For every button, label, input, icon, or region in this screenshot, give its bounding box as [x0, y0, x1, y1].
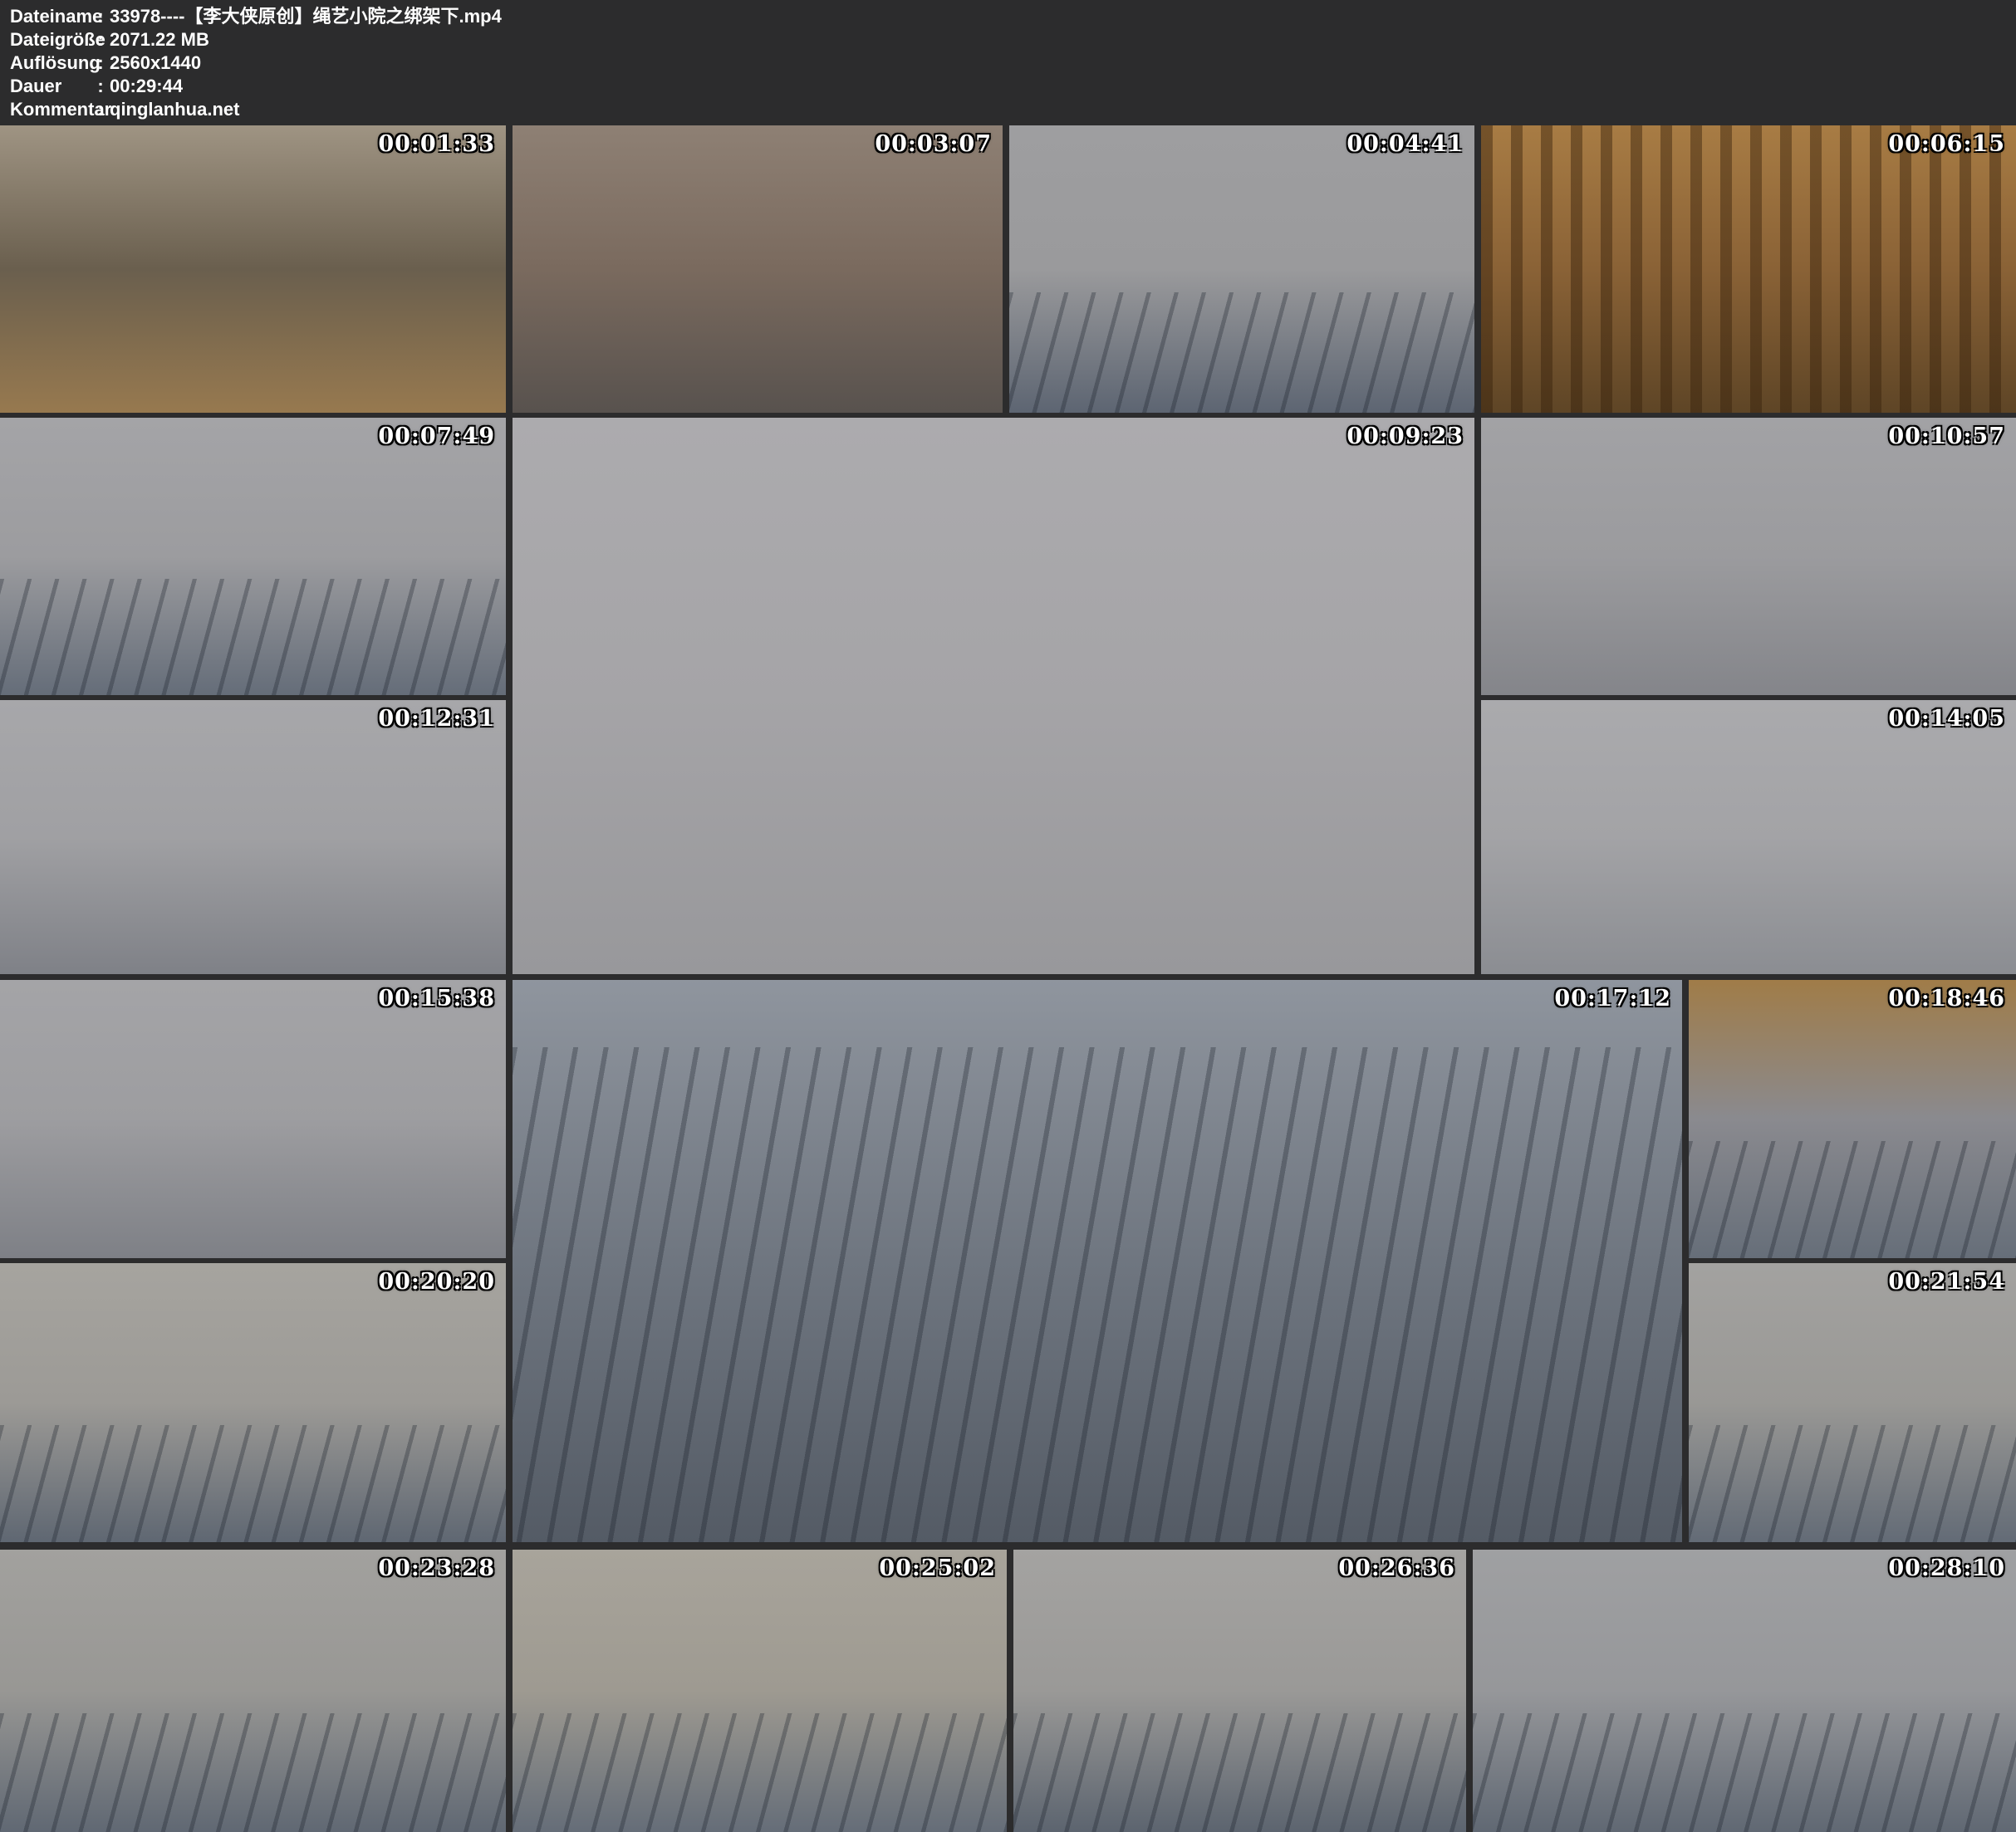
- thumbnail: 00:07:49: [0, 418, 506, 695]
- timestamp-overlay: 00:26:36: [1338, 1555, 1455, 1581]
- metadata-value-comment: qinglanhua.net: [110, 99, 239, 120]
- thumbnail-large: 00:17:12: [513, 980, 1682, 1542]
- timestamp-overlay: 00:01:33: [378, 131, 495, 157]
- thumbnail: 00:20:20: [0, 1263, 506, 1542]
- metadata-row-filename: Dateiname:33978----【李大侠原创】绳艺小院之绑架下.mp4: [10, 5, 2016, 28]
- thumbnail: 00:26:36: [1013, 1550, 1466, 1832]
- metadata-row-resolution: Auflösung:2560x1440: [10, 51, 2016, 75]
- metadata-row-comment: Kommentar:qinglanhua.net: [10, 98, 2016, 121]
- thumbnail: 00:04:41: [1009, 125, 1474, 413]
- timestamp-overlay: 00:18:46: [1888, 986, 2005, 1012]
- metadata-value-duration: 00:29:44: [110, 76, 183, 96]
- metadata-value-filesize: 2071.22 MB: [110, 29, 209, 50]
- metadata-separator: :: [93, 28, 108, 51]
- timestamp-overlay: 00:12:31: [378, 706, 495, 732]
- thumbnail-grid: 00:01:33 00:03:07 00:04:41 00:06:15 00:0…: [0, 0, 2016, 1832]
- timestamp-overlay: 00:15:38: [378, 986, 495, 1012]
- thumbnail: 00:18:46: [1689, 980, 2016, 1258]
- thumbnail: 00:03:07: [513, 125, 1003, 413]
- timestamp-overlay: 00:23:28: [378, 1555, 495, 1581]
- metadata-row-duration: Dauer:00:29:44: [10, 75, 2016, 98]
- thumbnail: 00:28:10: [1473, 1550, 2016, 1832]
- timestamp-overlay: 00:04:41: [1346, 131, 1464, 157]
- thumbnail: 00:06:15: [1481, 125, 2016, 413]
- thumbnail-large: 00:09:23: [513, 418, 1474, 974]
- timestamp-overlay: 00:17:12: [1554, 986, 1671, 1012]
- thumbnail: 00:15:38: [0, 980, 506, 1258]
- timestamp-overlay: 00:20:20: [378, 1269, 495, 1295]
- thumbnail: 00:12:31: [0, 700, 506, 974]
- thumbnail: 00:14:05: [1481, 700, 2016, 974]
- metadata-label: Auflösung: [10, 51, 93, 75]
- file-metadata-header: Dateiname:33978----【李大侠原创】绳艺小院之绑架下.mp4 D…: [0, 0, 2016, 125]
- timestamp-overlay: 00:09:23: [1346, 424, 1464, 449]
- thumbnail: 00:23:28: [0, 1550, 506, 1832]
- metadata-label: Dauer: [10, 75, 93, 98]
- metadata-separator: :: [93, 5, 108, 28]
- metadata-label: Kommentar: [10, 98, 93, 121]
- timestamp-overlay: 00:25:02: [879, 1555, 996, 1581]
- metadata-separator: :: [93, 75, 108, 98]
- metadata-label: Dateiname: [10, 5, 93, 28]
- metadata-value-resolution: 2560x1440: [110, 52, 201, 73]
- timestamp-overlay: 00:21:54: [1888, 1269, 2005, 1295]
- metadata-separator: :: [93, 98, 108, 121]
- metadata-label: Dateigröße: [10, 28, 93, 51]
- thumbnail: 00:21:54: [1689, 1263, 2016, 1542]
- thumbnail: 00:01:33: [0, 125, 506, 413]
- thumbnail: 00:25:02: [513, 1550, 1007, 1832]
- metadata-separator: :: [93, 51, 108, 75]
- timestamp-overlay: 00:03:07: [875, 131, 992, 157]
- timestamp-overlay: 00:06:15: [1888, 131, 2005, 157]
- metadata-row-filesize: Dateigröße:2071.22 MB: [10, 28, 2016, 51]
- metadata-value-filename: 33978----【李大侠原创】绳艺小院之绑架下.mp4: [110, 6, 502, 27]
- timestamp-overlay: 00:07:49: [378, 424, 495, 449]
- timestamp-overlay: 00:14:05: [1888, 706, 2005, 732]
- thumbnail: 00:10:57: [1481, 418, 2016, 695]
- timestamp-overlay: 00:28:10: [1888, 1555, 2005, 1581]
- timestamp-overlay: 00:10:57: [1888, 424, 2005, 449]
